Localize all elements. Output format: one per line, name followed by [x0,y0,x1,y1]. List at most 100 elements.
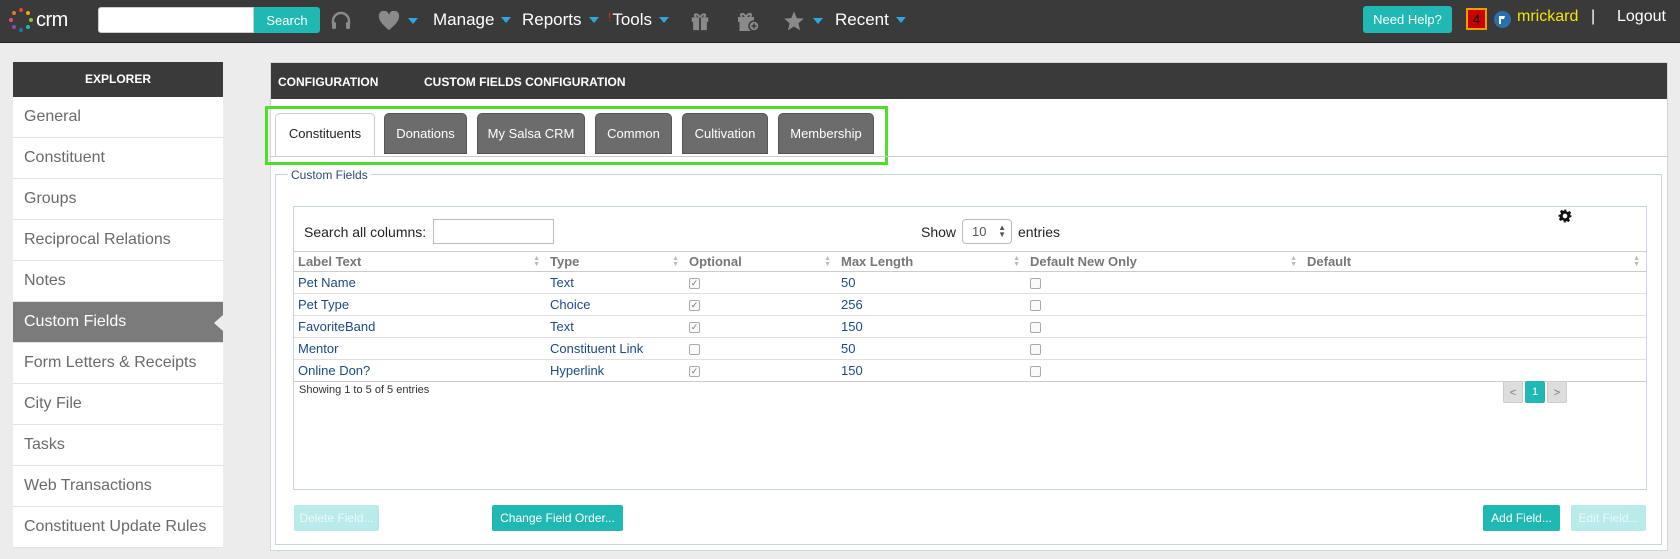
cell-default [1303,293,1646,316]
optional-checkbox: ✓ [689,278,700,290]
nav-reports[interactable]: Reports [522,10,599,30]
nav-tools[interactable]: ! Tools [608,10,670,30]
column-header-text: Max Length [841,254,914,269]
explorer-sidebar: EXPLORER General Constituent Groups Reci… [13,62,223,548]
cell-max-length: 256 [837,293,1026,316]
sidebar-item-constituent-update-rules[interactable]: Constituent Update Rules [13,507,223,548]
pagination-next[interactable]: > [1547,381,1567,403]
sort-icon: ▲ ▼ [1633,255,1640,268]
gear-icon[interactable] [1558,209,1572,223]
sort-icon: ▲ ▼ [672,255,679,268]
tab-common[interactable]: Common [595,113,672,154]
default-new-only-checkbox [1030,344,1041,356]
tools-alert-mark: ! [608,10,612,24]
heart-menu[interactable] [378,9,418,33]
select-arrows-icon: ▲ ▼ [998,223,1006,239]
need-help-button[interactable]: Need Help? [1363,6,1452,33]
pagination-prev[interactable]: < [1503,381,1523,403]
nav-tools-label: Tools [612,10,653,29]
topbar-separator: | [1591,8,1596,25]
notification-badge[interactable]: 4 [1466,8,1487,30]
chevron-down-icon [588,17,599,23]
table-row[interactable]: Pet Name Text ✓ 50 [294,271,1646,294]
page-size-select[interactable]: 10 ▲ ▼ [962,219,1012,244]
chevron-down-icon [813,18,823,24]
sidebar-item-tasks[interactable]: Tasks [13,425,223,466]
star-icon [784,11,804,31]
sort-icon: ▲ ▼ [1290,255,1297,268]
column-header-default[interactable]: Default ▲ ▼ [1303,251,1646,272]
optional-cell: ✓ [685,271,837,294]
table-row[interactable]: Pet Type Choice ✓ 256 [294,293,1646,316]
logout-link[interactable]: Logout [1617,8,1666,26]
sidebar-item-reciprocal-relations[interactable]: Reciprocal Relations [13,220,223,261]
table-header-row: Label Text ▲ ▼ Type ▲ ▼ Optional ▲ ▼ Max Lengt… [294,251,1646,272]
cell-default [1303,337,1646,360]
cell-type: Choice [546,293,685,316]
breadcrumb-configuration[interactable]: CONFIGURATION [278,75,378,89]
cell-max-length: 150 [837,359,1026,382]
gift-add-icon[interactable] [736,9,760,33]
sidebar-item-city-file[interactable]: City File [13,384,223,425]
sidebar-item-general[interactable]: General [13,97,223,138]
cell-label-text: Online Don? [294,359,546,382]
column-header-text: Default New Only [1030,254,1137,269]
cell-default [1303,315,1646,338]
cell-label-text: Pet Name [294,271,546,294]
cell-label-text: Mentor [294,337,546,360]
breadcrumb-custom-fields-configuration: CUSTOM FIELDS CONFIGURATION [424,75,626,89]
sidebar-item-notes[interactable]: Notes [13,261,223,302]
table-search-input[interactable] [433,219,554,244]
gift-icon[interactable] [689,9,711,33]
optional-checkbox: ✓ [689,366,700,378]
edit-field-button[interactable]: Edit Field... [1571,505,1646,531]
cell-max-length: 150 [837,315,1026,338]
column-header-type[interactable]: Type ▲ ▼ [546,251,685,272]
default-new-only-cell [1026,359,1303,382]
default-new-only-checkbox [1030,300,1041,312]
table-row[interactable]: FavoriteBand Text ✓ 150 [294,315,1646,338]
cell-type: Text [546,271,685,294]
column-header-optional[interactable]: Optional ▲ ▼ [685,251,837,272]
tab-my-salsa-crm[interactable]: My Salsa CRM [477,113,585,154]
tab-donations[interactable]: Donations [384,113,467,154]
nav-manage-label: Manage [433,10,495,29]
column-header-max-length[interactable]: Max Length ▲ ▼ [837,251,1026,272]
cell-type: Hyperlink [546,359,685,382]
nav-recent[interactable]: Recent [835,10,906,30]
optional-cell: ✓ [685,359,837,382]
change-field-order-button[interactable]: Change Field Order... [492,505,623,531]
sidebar-item-custom-fields[interactable]: Custom Fields [13,302,223,343]
sidebar-item-web-transactions[interactable]: Web Transactions [13,466,223,507]
delete-field-button[interactable]: Delete Field... [294,505,379,531]
tab-membership[interactable]: Membership [778,113,874,154]
sidebar-item-constituent[interactable]: Constituent [13,138,223,179]
crm-logo[interactable]: crm [8,6,78,34]
favorites-menu[interactable] [783,9,823,33]
table-row[interactable]: Online Don? Hyperlink ✓ 150 [294,359,1646,382]
sort-icon: ▲ ▼ [1013,255,1020,268]
sidebar-item-form-letters-receipts[interactable]: Form Letters & Receipts [13,343,223,384]
global-search-input[interactable] [98,7,254,33]
add-field-button[interactable]: Add Field... [1483,505,1560,531]
cell-max-length: 50 [837,337,1026,360]
nav-manage[interactable]: Manage [433,10,512,30]
username-link[interactable]: mrickard [1517,8,1578,26]
column-header-default-new-only[interactable]: Default New Only ▲ ▼ [1026,251,1303,272]
headset-icon[interactable] [329,9,353,33]
default-new-only-checkbox [1030,322,1041,334]
logo-dots-icon [8,7,34,33]
tab-constituents[interactable]: Constituents [275,113,375,156]
column-header-label-text[interactable]: Label Text ▲ ▼ [294,251,546,272]
sidebar-item-groups[interactable]: Groups [13,179,223,220]
table-row[interactable]: Mentor Constituent Link 50 [294,337,1646,360]
global-search-button[interactable]: Search [254,7,320,33]
tabs-divider [271,156,1668,157]
default-new-only-cell [1026,293,1303,316]
top-navigation-bar: crm Search Manage Reports ! Tools Recent… [0,0,1680,43]
logo-text: crm [36,8,68,31]
custom-fields-panel: CONFIGURATION CUSTOM FIELDS CONFIGURATIO… [265,62,1668,551]
nav-reports-label: Reports [522,10,582,29]
tab-cultivation[interactable]: Cultivation [682,113,768,154]
pagination-page-1[interactable]: 1 [1525,381,1545,403]
